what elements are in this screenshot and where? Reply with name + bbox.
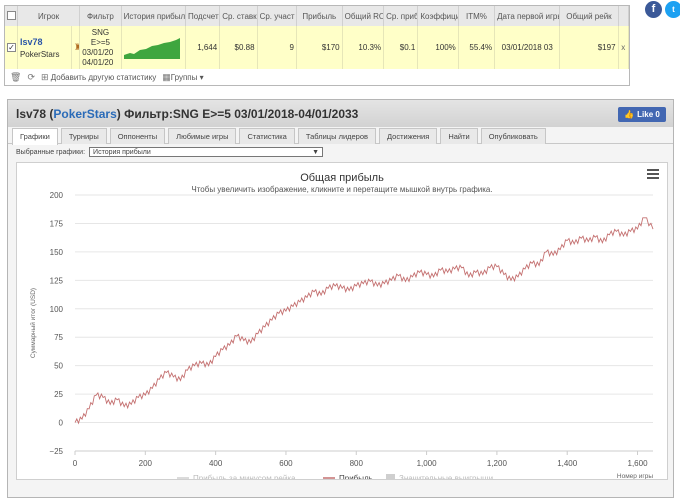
ratio-value: 100% <box>417 26 459 69</box>
table-row: ✓ lsv78 PokerStars ♜ SNG E>=5 03/01/20 0… <box>5 26 630 69</box>
profit-history-sparkline[interactable] <box>121 26 186 69</box>
select-all-checkbox[interactable] <box>5 6 18 26</box>
legend-item: Прибыль <box>339 474 373 479</box>
col-avg-stake[interactable]: Ср. ставка <box>219 6 258 26</box>
tab-find[interactable]: Найти <box>440 128 478 144</box>
add-stats-button[interactable]: ⊞ Добавить другую статистику <box>41 72 156 83</box>
x-tick-label: 0 <box>73 459 78 468</box>
x-tick-label: 1,000 <box>417 459 438 468</box>
col-itm[interactable]: ITM% <box>458 6 496 26</box>
tab-achievements[interactable]: Достижения <box>379 128 438 144</box>
stats-footer: 🗑 ⟳ ⊞ Добавить другую статистику ▦Группы… <box>5 69 629 85</box>
chart-selector-row: Выбранные графики: История прибыли ▼ <box>8 144 673 160</box>
page-title: lsv78 (PokerStars) Фильтр:SNG E>=5 03/01… <box>16 106 359 121</box>
avg-profit-value: $0.1 <box>383 26 419 69</box>
y-tick-label: 0 <box>59 419 64 428</box>
pin-icon[interactable]: ♜ <box>71 26 81 69</box>
groups-dropdown[interactable]: ▦Группы ▾ <box>162 72 203 83</box>
count-value: 1,644 <box>185 26 221 69</box>
profit-series-line <box>74 217 654 425</box>
y-tick-label: 25 <box>54 390 63 399</box>
col-avg-profit[interactable]: Ср. прибыль <box>383 6 419 26</box>
x-tick-label: 1,200 <box>487 459 508 468</box>
x-tick-label: 800 <box>350 459 364 468</box>
twitter-icon[interactable]: t <box>665 1 680 18</box>
x-axis-label: Номер игры <box>617 473 653 479</box>
profit-chart[interactable]: Общая прибыльЧтобы увеличить изображение… <box>17 163 667 483</box>
tab-bar: Графики Турниры Оппоненты Любимые игры С… <box>8 127 673 145</box>
x-tick-label: 1,600 <box>628 459 649 468</box>
stats-table: Игрок Фильтр История прибыли Подсчет Ср.… <box>4 5 630 86</box>
y-axis-label: Суммарный итог (USD) <box>29 288 37 358</box>
tab-publish[interactable]: Опубликовать <box>480 128 546 144</box>
y-tick-label: 75 <box>54 333 63 342</box>
add-icon: ⊞ <box>40 71 49 82</box>
col-count[interactable]: Подсчет <box>185 6 221 26</box>
x-tick-label: 400 <box>209 459 223 468</box>
tab-opponents[interactable]: Оппоненты <box>109 128 166 144</box>
tab-charts[interactable]: Графики <box>12 128 58 145</box>
y-tick-label: 50 <box>54 362 63 371</box>
y-tick-label: 200 <box>50 191 64 200</box>
stats-header-row: Игрок Фильтр История прибыли Подсчет Ср.… <box>5 6 630 26</box>
chevron-down-icon: ▼ <box>312 148 320 156</box>
like-button[interactable]: 👍 Like 0 <box>618 107 666 122</box>
col-filter[interactable]: Фильтр <box>79 6 122 26</box>
chevron-down-icon: ▾ <box>199 72 204 82</box>
col-rake[interactable]: Общий рейк <box>559 6 619 26</box>
row-checkbox[interactable]: ✓ <box>5 26 18 69</box>
col-first-date[interactable]: Дата первой игры <box>494 6 561 26</box>
tab-leaderboards[interactable]: Таблицы лидеров <box>297 128 377 144</box>
col-roi[interactable]: Общий ROI <box>342 6 385 26</box>
tab-tournaments[interactable]: Турниры <box>60 128 107 144</box>
chart-title: Общая прибыль <box>300 172 384 184</box>
col-avg-entrants[interactable]: Ср. участ <box>257 6 297 26</box>
itm-value: 55.4% <box>458 26 496 69</box>
x-tick-label: 200 <box>139 459 153 468</box>
y-tick-label: 150 <box>50 248 64 257</box>
profit-value: $170 <box>296 26 343 69</box>
y-tick-label: 100 <box>50 305 64 314</box>
menu-icon[interactable] <box>647 169 659 181</box>
chart-select[interactable]: История прибыли ▼ <box>89 147 324 157</box>
roi-value: 10.3% <box>342 26 385 69</box>
legend-item: Прибыль за минусом рейка <box>193 474 296 479</box>
player-site: PokerStars <box>19 49 60 59</box>
player-link[interactable]: lsv78 <box>20 37 69 47</box>
avg-entrants-value: 9 <box>257 26 297 69</box>
y-tick-label: 175 <box>50 219 64 228</box>
y-tick-label: −25 <box>49 447 63 456</box>
refresh-icon[interactable]: ⟳ <box>27 72 35 83</box>
filter-cell: SNG E>=5 03/01/20 04/01/20 <box>79 26 122 69</box>
tab-statistics[interactable]: Статистика <box>239 128 295 144</box>
chart-selector-label: Выбранные графики: <box>16 148 86 156</box>
legend-wins-swatch <box>386 474 395 482</box>
col-ratio[interactable]: Коэффициент <box>417 6 459 26</box>
player-panel: lsv78 (PokerStars) Фильтр:SNG E>=5 03/01… <box>7 99 674 498</box>
col-profit[interactable]: Прибыль <box>296 6 343 26</box>
chart-subtitle: Чтобы увеличить изображение, кликните и … <box>191 185 492 194</box>
tab-favorite-games[interactable]: Любимые игры <box>168 128 237 144</box>
col-player[interactable]: Игрок <box>17 6 81 26</box>
x-tick-label: 1,400 <box>557 459 578 468</box>
thumbs-up-icon: 👍 <box>624 110 635 119</box>
legend-item: Значительные выигрыши <box>399 474 493 479</box>
panel-header: lsv78 (PokerStars) Фильтр:SNG E>=5 03/01… <box>8 100 673 127</box>
y-tick-label: 125 <box>50 276 64 285</box>
trash-icon[interactable]: 🗑 <box>10 72 21 83</box>
chart-container[interactable]: Общая прибыль Чтобы увеличить изображение… <box>16 162 668 483</box>
rake-value: $197 <box>559 26 619 69</box>
groups-icon: ▦ <box>162 71 171 82</box>
remove-row-button[interactable]: x <box>618 26 630 69</box>
facebook-icon[interactable]: f <box>645 1 662 18</box>
avg-stake-value: $0.88 <box>219 26 258 69</box>
first-date-value: 03/01/2018 03 <box>494 26 561 69</box>
x-tick-label: 600 <box>279 459 293 468</box>
col-profit-history[interactable]: История прибыли <box>121 6 186 26</box>
